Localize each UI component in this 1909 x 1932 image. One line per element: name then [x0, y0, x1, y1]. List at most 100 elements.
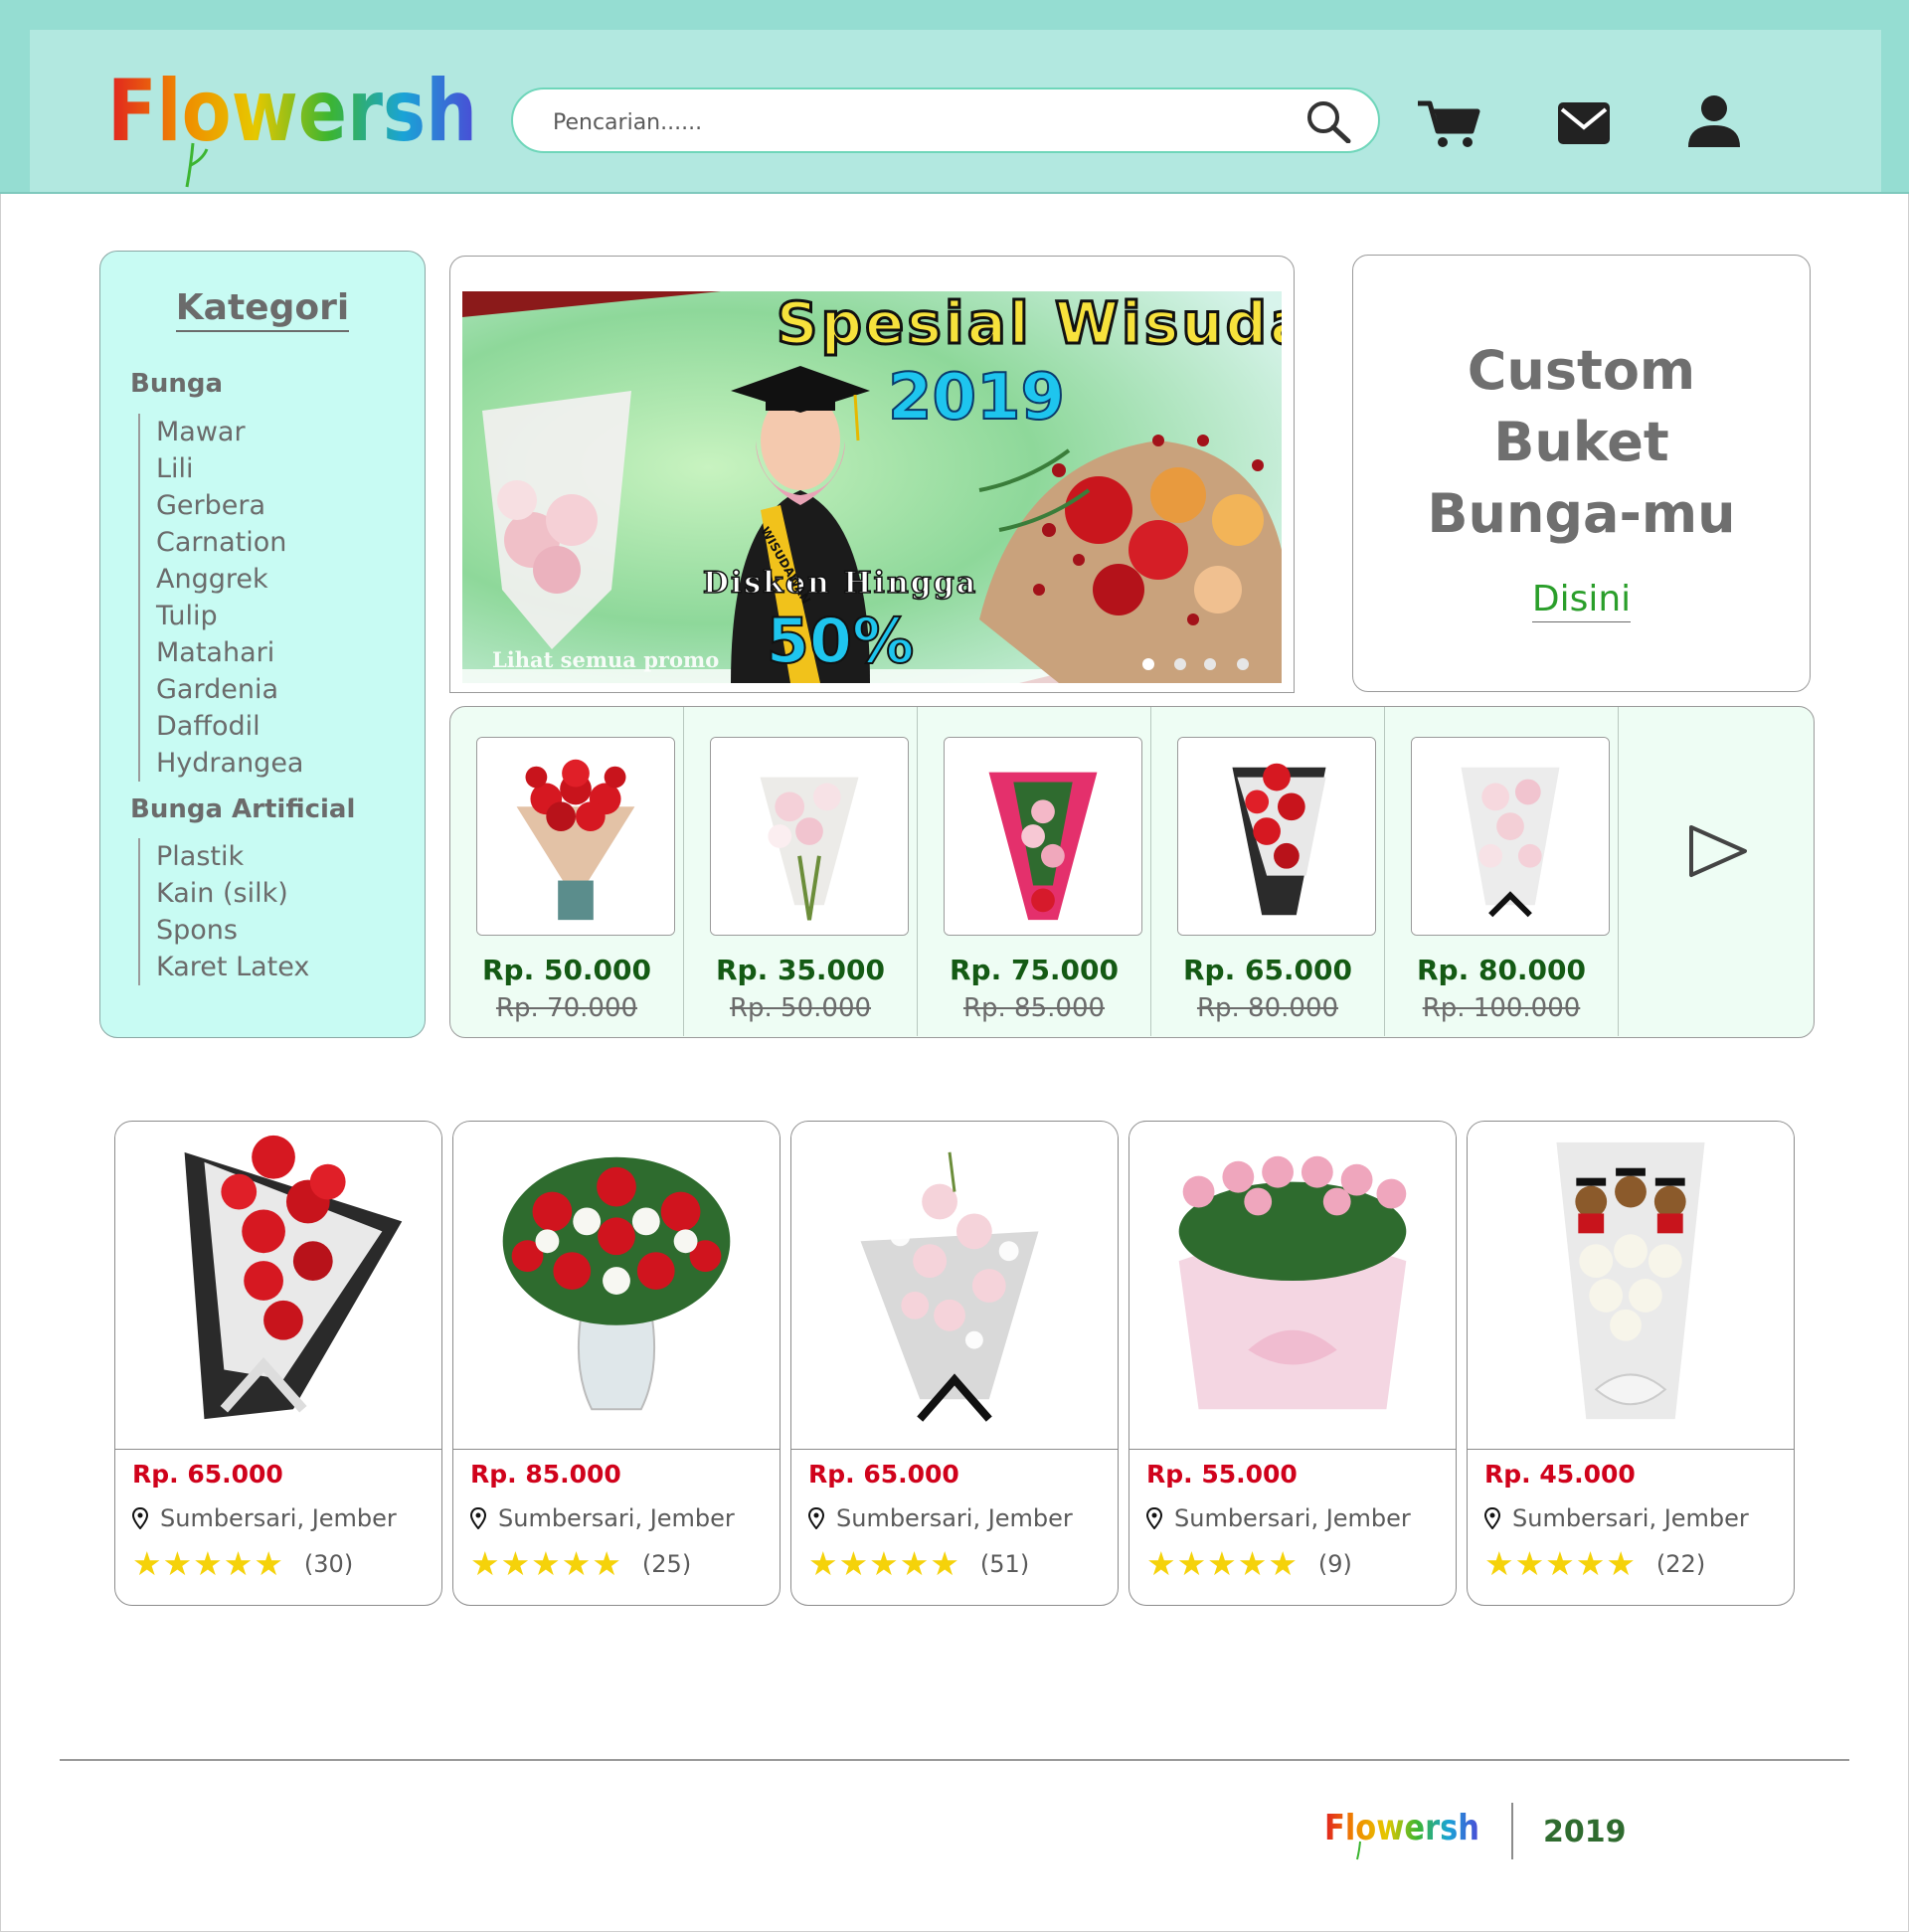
promo-price: Rp. 75.000	[949, 954, 1120, 986]
product-image	[1129, 1122, 1456, 1450]
custom-title: Custom Buket Bunga-mu	[1427, 339, 1736, 545]
promo-image	[1411, 737, 1610, 936]
product-rating: ★★★★★ (25)	[470, 1547, 691, 1581]
category-item[interactable]: Anggrek	[156, 561, 303, 598]
category-item[interactable]: Plastik	[156, 838, 309, 875]
review-count: (51)	[979, 1550, 1030, 1578]
location-pin-icon	[808, 1507, 824, 1529]
header-divider	[0, 192, 1909, 194]
product-rating: ★★★★★ (22)	[1484, 1547, 1705, 1581]
product-card[interactable]: Rp. 65.000 Sumbersari, Jember ★★★★★ (51)	[790, 1121, 1119, 1606]
star-rating: ★★★★★	[808, 1544, 960, 1583]
category-group-artificial[interactable]: Bunga Artificial	[130, 794, 355, 824]
star-rating: ★★★★★	[1146, 1544, 1299, 1583]
footer-year: 2019	[1543, 1815, 1627, 1849]
star-rating: ★★★★★	[470, 1544, 622, 1583]
mail-icon[interactable]	[1557, 101, 1611, 145]
promo-old-price: Rp. 85.000	[962, 993, 1106, 1023]
custom-link[interactable]: Disini	[1353, 579, 1810, 622]
product-price: Rp. 55.000	[1146, 1460, 1298, 1489]
promo-image	[476, 737, 675, 936]
category-item[interactable]: Tulip	[156, 598, 303, 634]
category-item[interactable]: Mawar	[156, 414, 303, 450]
user-icon[interactable]	[1686, 93, 1742, 149]
promo-item[interactable]: Rp. 35.000 Rp. 50.000	[684, 707, 918, 1036]
category-item[interactable]: Gardenia	[156, 671, 303, 708]
review-count: (9)	[1317, 1550, 1352, 1578]
promo-old-price: Rp. 50.000	[729, 993, 872, 1023]
banner-title: Spesial Wisuda	[777, 291, 1282, 357]
category-item[interactable]: Spons	[156, 912, 309, 949]
promo-price: Rp. 35.000	[715, 954, 886, 986]
product-price: Rp. 45.000	[1484, 1460, 1636, 1489]
promo-strip: Rp. 50.000 Rp. 70.000 Rp. 35.000 Rp. 50.…	[449, 706, 1815, 1038]
product-price: Rp. 65.000	[132, 1460, 283, 1489]
promo-item[interactable]: Rp. 80.000 Rp. 100.000	[1385, 707, 1619, 1036]
product-card[interactable]: Rp. 85.000 Sumbersari, Jember ★★★★★ (25)	[452, 1121, 781, 1606]
category-item[interactable]: Matahari	[156, 634, 303, 671]
product-location: Sumbersari, Jember	[470, 1504, 735, 1532]
brand-logo-text: Flowersh	[107, 62, 477, 161]
category-item[interactable]: Daffodil	[156, 708, 303, 745]
footer-separator	[1511, 1803, 1513, 1859]
search-bar	[511, 88, 1380, 153]
product-rating: ★★★★★ (51)	[808, 1547, 1029, 1581]
category-item[interactable]: Karet Latex	[156, 949, 309, 985]
product-card[interactable]: Rp. 65.000 Sumbersari, Jember ★★★★★ (30)	[114, 1121, 442, 1606]
product-image	[791, 1122, 1118, 1450]
star-rating: ★★★★★	[1484, 1544, 1637, 1583]
product-price: Rp. 85.000	[470, 1460, 621, 1489]
product-location: Sumbersari, Jember	[132, 1504, 397, 1532]
product-card[interactable]: Rp. 55.000 Sumbersari, Jember ★★★★★ (9)	[1128, 1121, 1457, 1606]
promo-price: Rp. 65.000	[1182, 954, 1353, 986]
custom-bouquet-panel: Custom Buket Bunga-mu Disini	[1352, 255, 1811, 692]
footer-divider	[60, 1759, 1849, 1761]
category-panel: Kategori Bunga Mawar Lili Gerbera Carnat…	[99, 251, 426, 1038]
category-item[interactable]: Gerbera	[156, 487, 303, 524]
footer-logo[interactable]: Flowersh	[1324, 1802, 1483, 1861]
category-item[interactable]: Kain (silk)	[156, 875, 309, 912]
review-count: (22)	[1655, 1550, 1706, 1578]
promo-image	[1177, 737, 1376, 936]
category-item[interactable]: Hydrangea	[156, 745, 303, 782]
product-rating: ★★★★★ (30)	[132, 1547, 353, 1581]
category-title: Kategori	[100, 287, 425, 332]
cart-icon[interactable]	[1416, 97, 1481, 149]
promo-old-price: Rp. 70.000	[495, 993, 638, 1023]
star-rating: ★★★★★	[132, 1544, 284, 1583]
promo-image	[710, 737, 909, 936]
promo-image	[944, 737, 1142, 936]
review-count: (25)	[641, 1550, 692, 1578]
category-item[interactable]: Carnation	[156, 524, 303, 561]
search-input[interactable]	[551, 103, 1271, 141]
product-location: Sumbersari, Jember	[1146, 1504, 1411, 1532]
promo-item[interactable]: Rp. 50.000 Rp. 70.000	[450, 707, 684, 1036]
next-arrow-icon[interactable]	[1683, 821, 1753, 881]
search-icon[interactable]	[1304, 99, 1352, 143]
product-location: Sumbersari, Jember	[808, 1504, 1073, 1532]
location-pin-icon	[1146, 1507, 1162, 1529]
promo-price: Rp. 50.000	[481, 954, 652, 986]
promo-old-price: Rp. 100.000	[1422, 993, 1581, 1023]
promo-item[interactable]: Rp. 65.000 Rp. 80.000	[1151, 707, 1385, 1036]
category-list-bunga: Mawar Lili Gerbera Carnation Anggrek Tul…	[138, 414, 303, 782]
promo-old-price: Rp. 80.000	[1196, 993, 1339, 1023]
banner-year: 2019	[888, 361, 1065, 435]
banner-discount-value: 50%	[767, 605, 914, 677]
category-group-bunga[interactable]: Bunga	[130, 369, 223, 399]
promo-banner[interactable]: Spesial Wisuda 2019 Diskon Hingga 50% Li…	[462, 291, 1282, 683]
category-list-artificial: Plastik Kain (silk) Spons Karet Latex	[138, 838, 309, 985]
review-count: (30)	[303, 1550, 354, 1578]
category-item[interactable]: Lili	[156, 450, 303, 487]
product-image	[1468, 1122, 1794, 1450]
product-image	[453, 1122, 780, 1450]
product-card[interactable]: Rp. 45.000 Sumbersari, Jember ★★★★★ (22)	[1467, 1121, 1795, 1606]
promo-price: Rp. 80.000	[1416, 954, 1587, 986]
banner-discount-label: Diskon Hingga	[703, 566, 977, 601]
location-pin-icon	[132, 1507, 148, 1529]
location-pin-icon	[1484, 1507, 1500, 1529]
promo-item[interactable]: Rp. 75.000 Rp. 85.000	[918, 707, 1151, 1036]
product-location: Sumbersari, Jember	[1484, 1504, 1749, 1532]
footer-logo-text: Flowersh	[1324, 1808, 1479, 1848]
brand-logo[interactable]: Flowersh	[107, 56, 485, 190]
